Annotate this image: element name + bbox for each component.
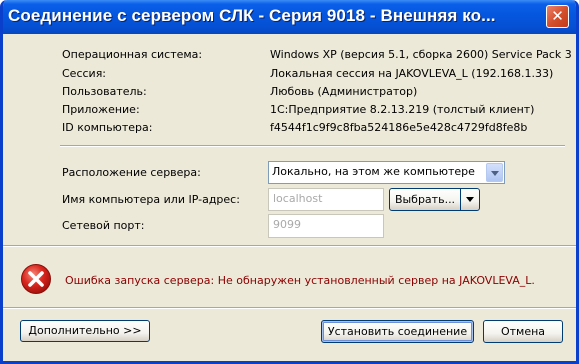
server-location-label: Расположение сервера:: [62, 166, 201, 179]
port-label: Сетевой порт:: [62, 219, 145, 232]
session-value: Локальная сессия на JAKOVLEVA_L (192.168…: [270, 67, 554, 80]
os-label: Операционная система:: [62, 48, 203, 61]
host-input[interactable]: localhost: [268, 188, 384, 211]
window-title: Соединение с сервером СЛК - Серия 9018 -…: [8, 6, 496, 25]
dialog-content: Операционная система: Windows XP (версия…: [3, 34, 576, 361]
host-label: Имя компьютера или IP-адрес:: [62, 193, 240, 206]
os-value: Windows XP (версия 5.1, сборка 2600) Ser…: [270, 48, 572, 61]
separator-middle: [3, 245, 576, 247]
close-icon: ✕: [551, 7, 564, 25]
select-dropdown-arrow-icon[interactable]: [460, 188, 480, 211]
application-value: 1С:Предприятие 8.2.13.219 (толстый клиен…: [270, 103, 535, 116]
computer-id-label: ID компьютера:: [62, 121, 153, 134]
separator-bottom: [3, 307, 576, 309]
error-message: Ошибка запуска сервера: Не обнаружен уст…: [65, 274, 535, 287]
user-value: Любовь (Администратор): [270, 85, 418, 98]
error-icon: [21, 264, 51, 294]
connect-button[interactable]: Установить соединение: [321, 320, 474, 343]
close-button[interactable]: ✕: [546, 5, 569, 28]
select-server-button[interactable]: Выбрать...: [389, 188, 461, 211]
server-location-value: Локально, на этом же компьютере: [272, 165, 475, 178]
title-bar[interactable]: Соединение с сервером СЛК - Серия 9018 -…: [3, 0, 576, 34]
chevron-down-icon[interactable]: [486, 163, 503, 182]
session-label: Сессия:: [62, 67, 107, 80]
cancel-button[interactable]: Отмена: [483, 320, 563, 343]
user-label: Пользователь:: [62, 85, 147, 98]
separator-top: [60, 145, 565, 147]
dialog-window: Соединение с сервером СЛК - Серия 9018 -…: [0, 0, 579, 364]
application-label: Приложение:: [62, 103, 140, 116]
server-location-select[interactable]: Локально, на этом же компьютере: [268, 161, 505, 184]
computer-id-value: f4544f1c9f9c8fba524186e5e428c4729fd8fe8b: [270, 121, 528, 134]
advanced-button[interactable]: Дополнительно >>: [20, 320, 150, 342]
port-input[interactable]: 9099: [268, 214, 384, 238]
